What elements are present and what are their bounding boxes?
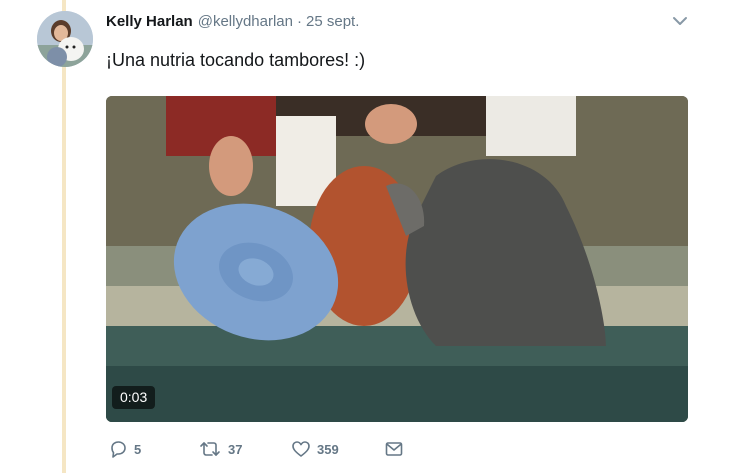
tweet-date[interactable]: 25 sept. xyxy=(306,13,359,30)
thread-line xyxy=(62,0,66,473)
retweet-count: 37 xyxy=(228,441,243,457)
like-icon xyxy=(291,439,311,459)
direct-message-button[interactable] xyxy=(384,437,404,461)
message-icon xyxy=(384,439,404,459)
tweet-header: Kelly Harlan @kellydharlan · 25 sept. xyxy=(106,10,359,32)
video-duration: 0:03 xyxy=(112,386,156,409)
like-button[interactable]: 359 xyxy=(291,437,339,461)
author-handle[interactable]: @kellydharlan xyxy=(198,13,293,30)
video-thumbnail xyxy=(106,96,688,422)
author-name[interactable]: Kelly Harlan xyxy=(106,13,193,30)
retweet-button[interactable]: 37 xyxy=(198,437,242,461)
reply-count: 5 xyxy=(134,441,142,457)
like-count: 359 xyxy=(317,441,339,457)
reply-button[interactable]: 5 xyxy=(108,437,141,461)
chevron-down-icon[interactable] xyxy=(670,12,690,30)
avatar-image xyxy=(37,11,93,67)
retweet-icon xyxy=(198,439,222,459)
tweet-text: ¡Una nutria tocando tambores! :) xyxy=(106,50,366,70)
reply-icon xyxy=(108,439,128,459)
video-player[interactable]: 0:03 xyxy=(106,96,688,422)
separator-dot: · xyxy=(297,12,302,30)
avatar[interactable] xyxy=(37,11,93,67)
